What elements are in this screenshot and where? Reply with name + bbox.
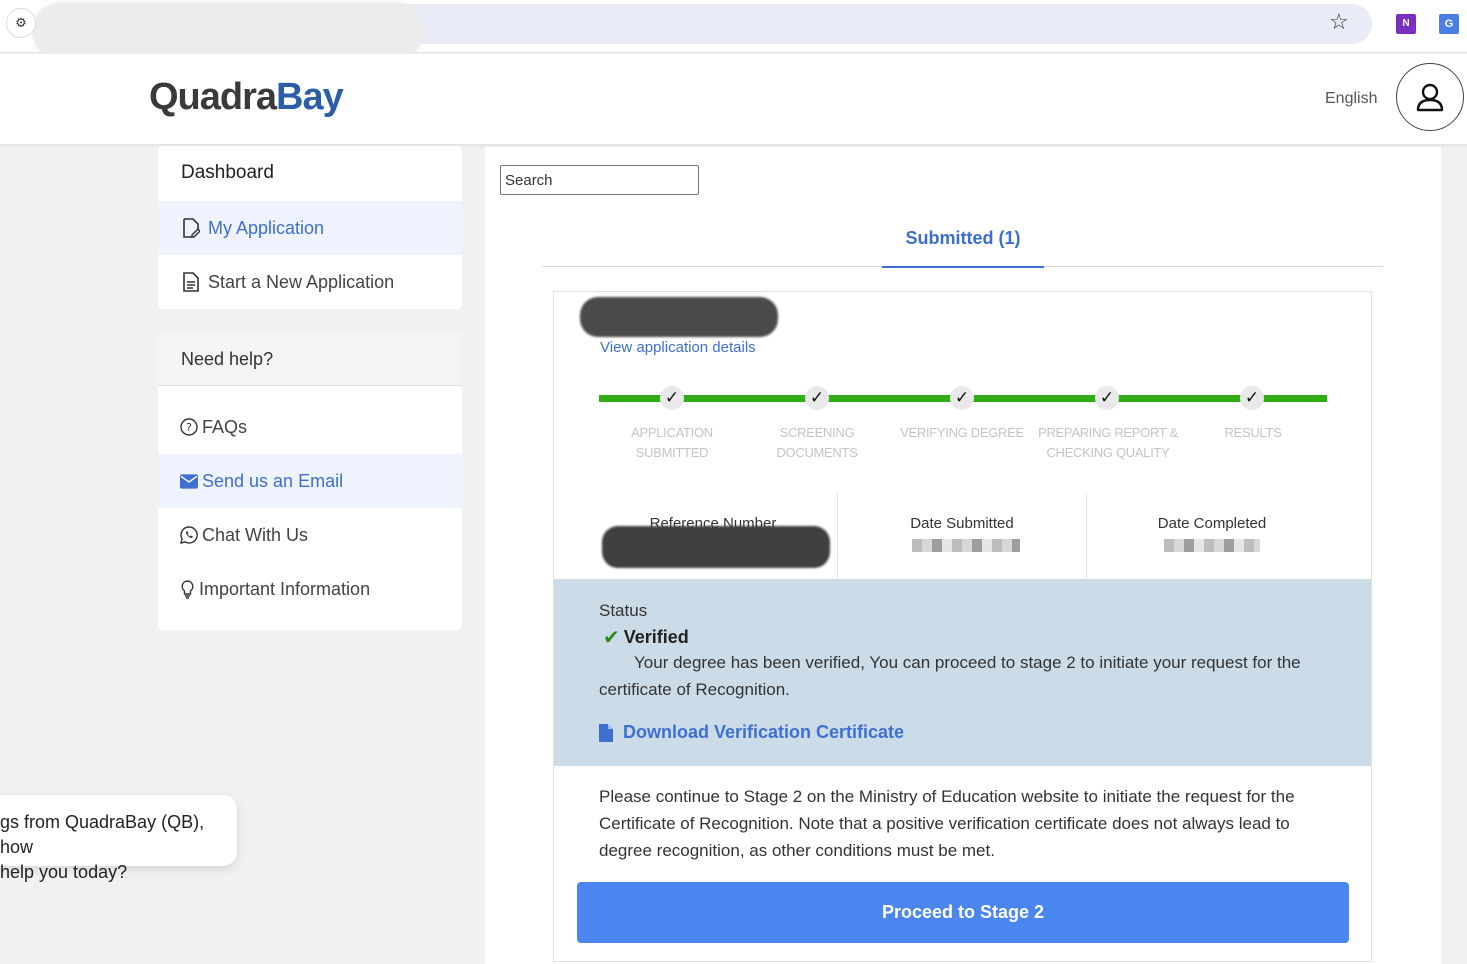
sidebar-item-label: Chat With Us — [202, 524, 309, 545]
svg-text:?: ? — [186, 421, 192, 434]
step-check-icon: ✓ — [660, 386, 684, 410]
logo-text-bay: Bay — [276, 76, 344, 118]
step-label-line: PREPARING REPORT & — [1038, 425, 1178, 440]
whatsapp-icon — [180, 526, 198, 544]
lightbulb-icon — [180, 579, 194, 599]
date-completed-label: Date Completed — [1157, 515, 1267, 532]
status-message: Your degree has been verified, You can p… — [599, 653, 1301, 699]
sidebar-item-email[interactable]: Send us an Email — [158, 454, 462, 508]
date-completed-column: Date Completed — [1087, 493, 1337, 578]
redacted-date-submitted — [912, 539, 1020, 552]
redacted-reference-number — [602, 526, 830, 568]
tab-submitted[interactable]: Submitted (1) — [882, 225, 1044, 268]
step-label-verifying-degree: VERIFYING DEGREE — [889, 423, 1035, 443]
user-account-button[interactable] — [1396, 63, 1464, 131]
sidebar-item-label: Start a New Application — [208, 271, 395, 292]
step-label-line: RESULTS — [1224, 425, 1282, 440]
status-label: Status — [599, 601, 648, 620]
search-input[interactable] — [500, 165, 699, 195]
quadrabay-logo[interactable]: QuadraBay — [149, 76, 344, 119]
main-panel: Submitted (1) View application details ✓… — [485, 147, 1441, 964]
sidebar-item-new-application[interactable]: Start a New Application — [158, 255, 462, 309]
view-application-details-link[interactable]: View application details — [600, 339, 756, 356]
sidebar-item-label: My Application — [208, 217, 325, 238]
step-label-line: DOCUMENTS — [776, 445, 858, 460]
edit-document-icon — [180, 218, 202, 238]
checkmark-icon: ✔ — [603, 625, 620, 649]
download-certificate-label: Download Verification Certificate — [623, 722, 905, 742]
language-selector[interactable]: English — [1325, 90, 1377, 108]
sidebar-item-chat[interactable]: Chat With Us — [158, 508, 462, 562]
step-check-icon: ✓ — [1240, 386, 1264, 410]
step-check-icon: ✓ — [805, 386, 829, 410]
step-check-icon: ✓ — [950, 386, 974, 410]
help-card: Need help? ? FAQs Send us an Email Chat … — [158, 332, 462, 630]
date-submitted-label: Date Submitted — [910, 515, 1014, 532]
application-card: View application details ✓ ✓ ✓ ✓ ✓ APPLI… — [553, 291, 1372, 962]
step-label-application-submitted: APPLICATION SUBMITTED — [599, 423, 745, 463]
chat-greeting-bubble[interactable]: gs from QuadraBay (QB), how help you tod… — [0, 795, 237, 882]
step-label-line: VERIFYING DEGREE — [900, 425, 1024, 440]
sidebar-item-label: Important Information — [199, 578, 371, 599]
stage2-note: Please continue to Stage 2 on the Minist… — [599, 787, 1295, 860]
browser-toolbar: ⚙ ☆ N G — [0, 0, 1467, 60]
status-verified-text: Verified — [623, 626, 689, 647]
onenote-extension-icon[interactable]: N — [1396, 14, 1416, 34]
sidebar-item-label: FAQs — [202, 416, 248, 437]
step-label-line: SUBMITTED — [635, 445, 709, 460]
step-label-screening-documents: SCREENING DOCUMENTS — [744, 423, 890, 463]
step-label-preparing-report: PREPARING REPORT & CHECKING QUALITY — [1035, 423, 1181, 463]
chat-line-2: help you today? — [0, 862, 128, 882]
sidebar-item-faqs[interactable]: ? FAQs — [158, 400, 462, 454]
chat-line-1: gs from QuadraBay (QB), how — [0, 812, 205, 857]
user-icon — [1416, 83, 1444, 112]
dashboard-title: Dashboard — [181, 162, 274, 183]
sidebar-item-important-info[interactable]: Important Information — [158, 562, 462, 616]
file-icon — [599, 723, 613, 742]
question-circle-icon: ? — [180, 418, 198, 436]
download-certificate-link[interactable]: Download Verification Certificate — [599, 722, 904, 743]
help-title: Need help? — [158, 332, 462, 386]
sidebar-item-my-application[interactable]: My Application — [158, 201, 462, 255]
translate-extension-icon[interactable]: G — [1439, 14, 1459, 34]
dashboard-card: Dashboard My Application Start a New App… — [158, 146, 462, 309]
date-submitted-column: Date Submitted — [838, 493, 1086, 578]
sidebar-item-label: Send us an Email — [202, 470, 344, 491]
logo-text-quadra: Quadra — [149, 76, 277, 118]
step-label-line: APPLICATION — [631, 425, 713, 440]
proceed-to-stage2-button[interactable]: Proceed to Stage 2 — [577, 882, 1349, 943]
step-check-icon: ✓ — [1095, 386, 1119, 410]
envelope-icon — [180, 473, 198, 489]
status-value: ✔ Verified — [603, 625, 689, 649]
bookmark-star-icon[interactable]: ☆ — [1329, 10, 1349, 35]
site-header: QuadraBay English — [0, 54, 1467, 144]
step-label-results: RESULTS — [1180, 423, 1326, 443]
document-icon — [180, 272, 202, 292]
redacted-date-completed — [1164, 539, 1260, 552]
status-panel: Status ✔ Verified Your degree has been v… — [554, 579, 1371, 766]
redacted-url — [32, 2, 424, 60]
step-label-line: CHECKING QUALITY — [1046, 445, 1170, 460]
site-settings-icon[interactable]: ⚙ — [6, 8, 36, 38]
redacted-applicant-name — [580, 297, 778, 337]
step-label-line: SCREENING — [779, 425, 855, 440]
